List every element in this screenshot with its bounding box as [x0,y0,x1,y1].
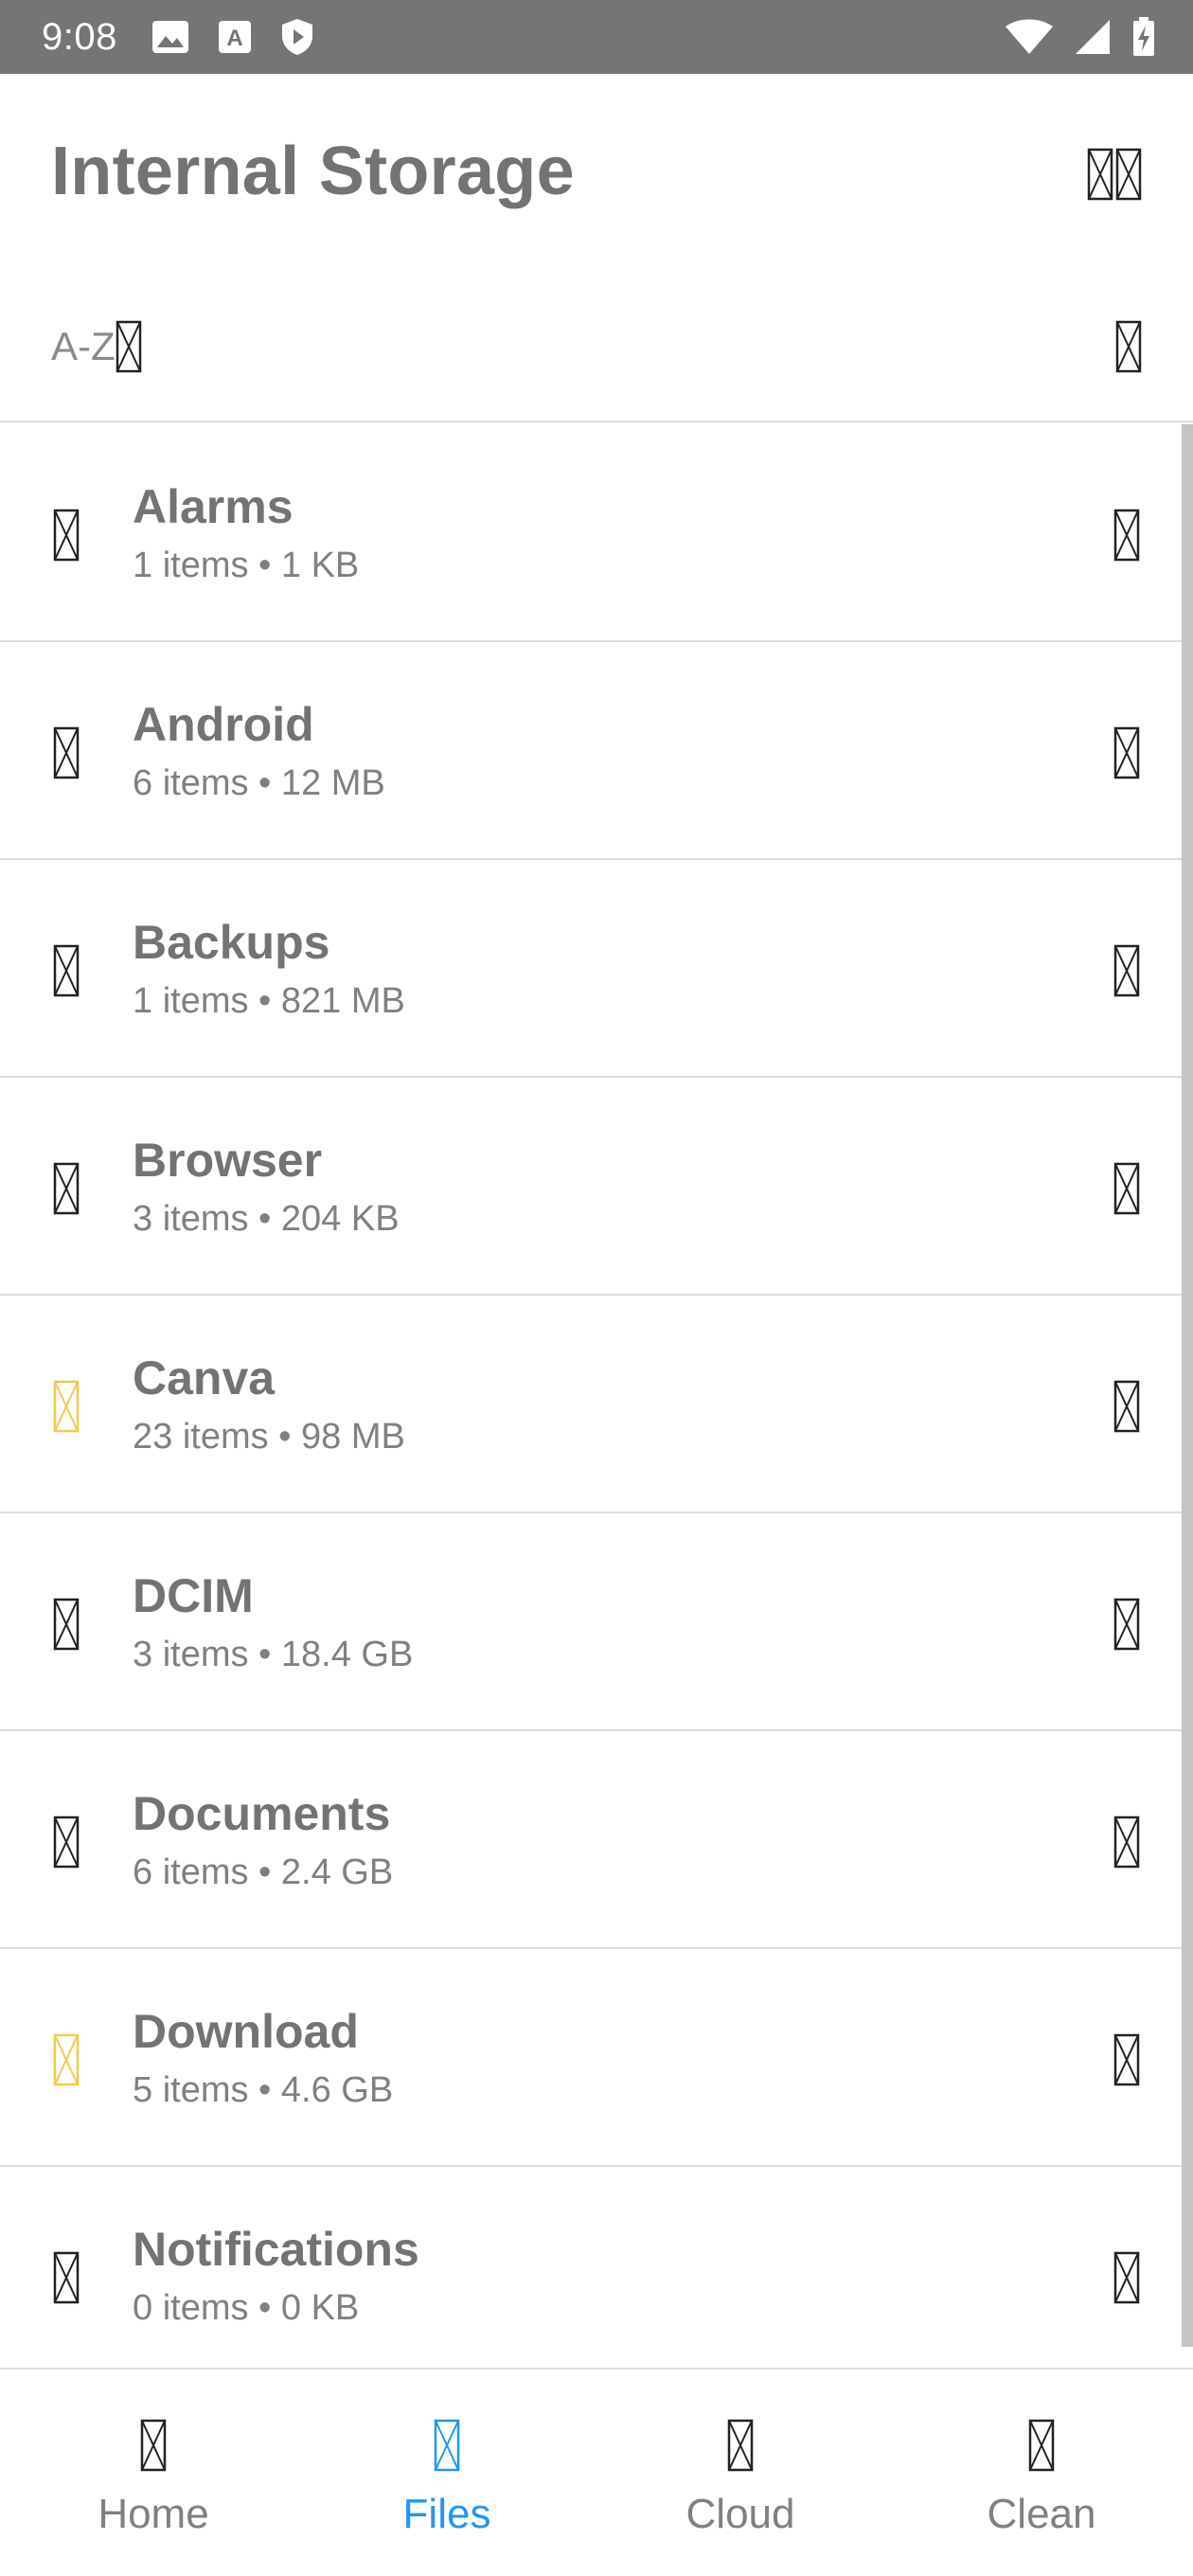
file-meta: 3 items • 204 KB [133,1199,400,1239]
status-time: 9:08 [42,15,117,58]
clean-icon [1028,2419,1055,2472]
sort-arrow-icon [116,320,142,373]
folder-icon [53,1162,80,1215]
file-name: Browser [133,1134,323,1187]
folder-icon [53,726,80,779]
header-actions [1087,148,1142,201]
image-icon [151,20,189,54]
file-name: Download [133,2005,359,2058]
row-more-icon[interactable] [1113,1816,1140,1869]
file-name: Alarms [133,480,294,533]
scrollbar-thumb[interactable] [1182,424,1193,2347]
folder-icon [53,944,80,997]
file-row[interactable]: Browser 3 items • 204 KB [0,1078,1193,1296]
nav-label: Files [402,2491,491,2537]
file-list: Alarms 1 items • 1 KB Android 6 items • 12 … [0,424,1193,2368]
file-meta: 1 items • 1 KB [133,546,360,585]
file-name: Notifications [133,2223,419,2276]
file-name: Backups [133,916,330,969]
view-toggle-icon[interactable] [1115,320,1142,373]
file-row[interactable]: Download 5 items • 4.6 GB [0,1949,1193,2167]
more-icon[interactable] [1115,148,1142,201]
sort-label: A-Z [51,324,116,368]
header: Internal Storage [0,74,1193,277]
row-more-icon[interactable] [1113,2033,1140,2086]
folder-icon [53,1380,80,1433]
search-icon[interactable] [1087,148,1113,201]
file-row[interactable]: Alarms 1 items • 1 KB [0,424,1193,642]
file-row[interactable]: DCIM 3 items • 18.4 GB [0,1513,1193,1731]
file-meta: 6 items • 12 MB [133,763,385,803]
status-right-icons [1006,17,1155,57]
status-bar: 9:08 A [0,0,1193,74]
nav-cloud[interactable]: Cloud [636,2370,845,2576]
status-left-icons: A [151,18,314,56]
file-row[interactable]: Notifications 0 items • 0 KB [0,2167,1193,2368]
battery-charging-icon [1132,17,1155,57]
file-row[interactable]: Backups 1 items • 821 MB [0,860,1193,1078]
cellular-signal-icon [1074,19,1112,55]
row-more-icon[interactable] [1113,944,1140,997]
row-more-icon[interactable] [1113,726,1140,779]
nav-label: Cloud [686,2491,795,2537]
home-icon [140,2419,167,2472]
file-name: Android [133,698,314,751]
folder-icon [53,509,80,562]
svg-text:A: A [226,26,242,51]
font-download-icon: A [218,20,252,54]
cloud-icon [727,2419,754,2472]
wifi-icon [1006,19,1053,55]
file-row[interactable]: Android 6 items • 12 MB [0,642,1193,860]
file-meta: 0 items • 0 KB [133,2288,360,2328]
file-name: Canva [133,1351,276,1404]
file-meta: 23 items • 98 MB [133,1417,405,1457]
folder-icon [53,2033,80,2086]
nav-clean[interactable]: Clean [937,2370,1146,2576]
file-name: DCIM [133,1569,254,1622]
nav-home[interactable]: Home [49,2370,258,2576]
file-row[interactable]: Canva 23 items • 98 MB [0,1296,1193,1513]
shield-play-icon [280,18,314,56]
scrollbar-track[interactable] [1182,424,1193,2347]
file-meta: 3 items • 18.4 GB [133,1635,414,1674]
nav-label: Home [98,2491,209,2537]
file-meta: 6 items • 2.4 GB [133,1852,394,1892]
row-more-icon[interactable] [1113,2251,1140,2304]
row-more-icon[interactable] [1113,1380,1140,1433]
folder-icon [53,1816,80,1869]
row-more-icon[interactable] [1113,1162,1140,1215]
row-more-icon[interactable] [1113,509,1140,562]
sort-row: A-Z [0,277,1193,422]
bottom-nav: Home Files Cloud Clean [0,2368,1193,2576]
app-root: 9:08 A Internal Storage A-Z Alarms 1 ite… [0,0,1193,2576]
row-more-icon[interactable] [1113,1598,1140,1651]
page-title: Internal Storage [51,134,575,209]
folder-icon [53,2251,80,2304]
files-icon [434,2419,460,2472]
file-meta: 5 items • 4.6 GB [133,2070,394,2110]
file-row[interactable]: Documents 6 items • 2.4 GB [0,1731,1193,1949]
file-meta: 1 items • 821 MB [133,981,405,1021]
file-name: Documents [133,1787,391,1840]
nav-files[interactable]: Files [343,2370,551,2576]
folder-icon [53,1598,80,1651]
sort-button[interactable]: A-Z [51,320,142,373]
nav-label: Clean [987,2491,1096,2537]
